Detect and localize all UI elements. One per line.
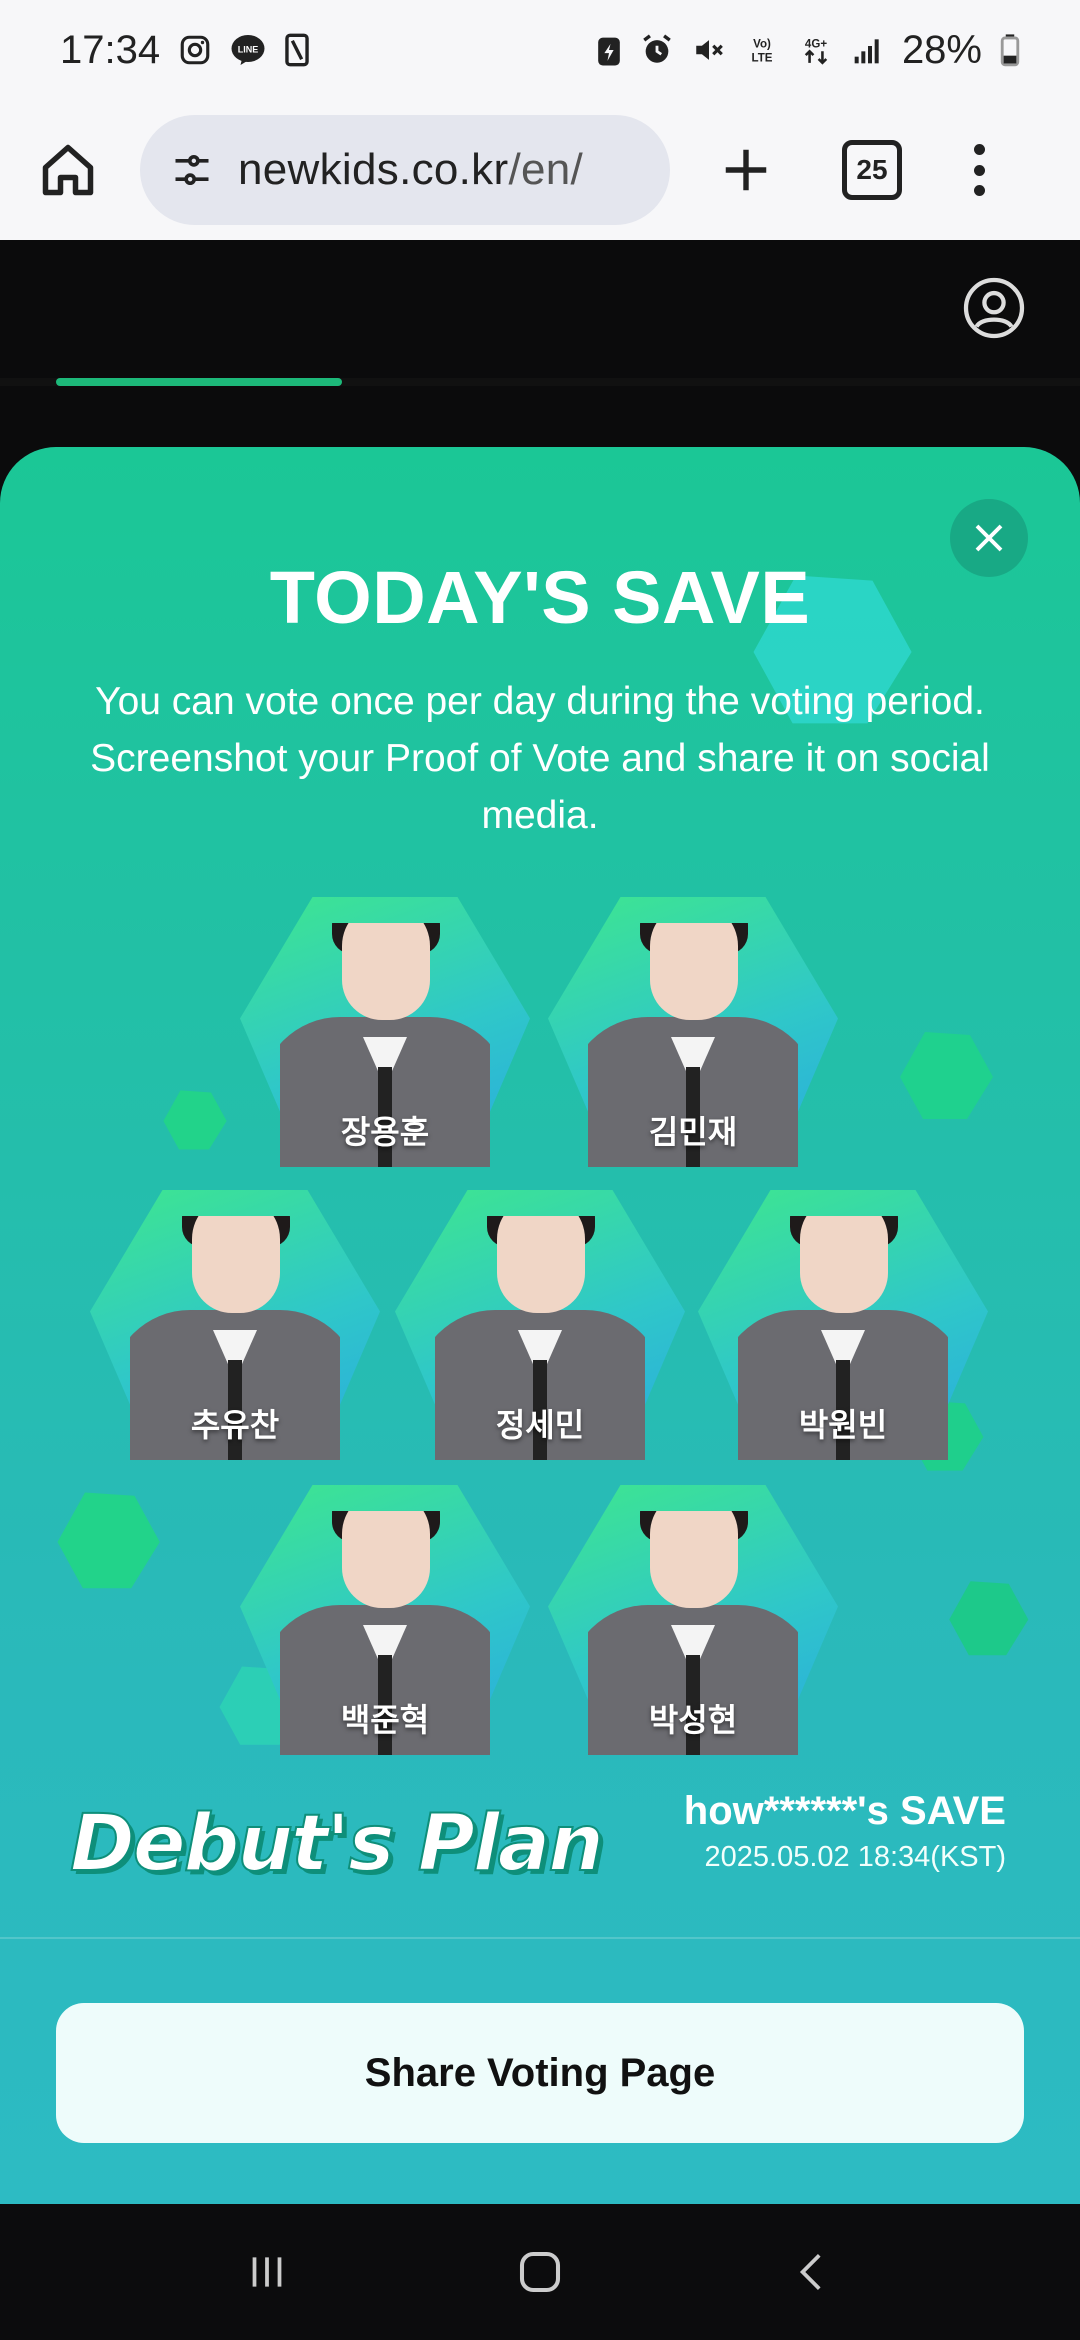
member-card: 박원빈: [698, 1155, 988, 1460]
svg-text:4G+: 4G+: [805, 38, 827, 50]
member-name: 백준혁: [340, 1702, 430, 1738]
browser-toolbar: newkids.co.kr/en/ 25: [0, 100, 1080, 240]
debuts-plan-logo: Debut's Plan: [69, 1798, 605, 1890]
url-text[interactable]: newkids.co.kr/en/: [238, 145, 583, 195]
address-bar[interactable]: newkids.co.kr/en/: [140, 115, 670, 225]
member-card: 장용훈: [240, 862, 530, 1167]
dot: [973, 144, 985, 155]
modal-title: TODAY'S SAVE: [269, 556, 811, 639]
volte-icon: Vo) LTE: [744, 33, 780, 67]
svg-text:Vo): Vo): [753, 38, 771, 50]
decorative-hexagon: [163, 1090, 227, 1150]
url-host: newkids.co.kr: [238, 145, 509, 194]
instagram-icon: [178, 33, 212, 67]
divider: [0, 1937, 1080, 1939]
member-name: 장용훈: [340, 1114, 430, 1150]
user-icon[interactable]: [962, 276, 1026, 340]
svg-text:LTE: LTE: [751, 53, 772, 65]
share-voting-page-button[interactable]: Share Voting Page: [56, 2003, 1024, 2143]
battery-percent: 28%: [901, 27, 982, 72]
member-name: 김민재: [648, 1114, 738, 1150]
member-name: 박성현: [648, 1702, 738, 1738]
member-card: 백준혁: [240, 1450, 530, 1755]
close-icon: [975, 524, 1003, 552]
home-button[interactable]: [36, 138, 100, 202]
battery-saver-icon: [596, 33, 622, 67]
url-path: /en/: [508, 145, 584, 194]
tab-switcher-button[interactable]: 25: [842, 140, 902, 200]
4g-icon: 4G+: [798, 33, 834, 67]
member-card: 김민재: [548, 862, 838, 1167]
member-name: 박원빈: [798, 1407, 888, 1443]
decorative-hexagon: [949, 1581, 1029, 1656]
status-bar: 17:34 LINE Vo) LTE 4G+ 28%: [0, 0, 1080, 100]
recent-apps-icon: [252, 2257, 282, 2287]
member-card: 추유찬: [90, 1155, 380, 1460]
new-tab-button[interactable]: [714, 138, 778, 202]
back-icon: [800, 2254, 821, 2290]
system-nav-bar: [0, 2204, 1080, 2340]
battery-icon: [1000, 33, 1020, 67]
dot: [973, 185, 985, 196]
mute-icon: [692, 33, 726, 67]
decorative-hexagon: [57, 1492, 160, 1589]
save-timestamp: 2025.05.02 18:34(KST): [704, 1841, 1006, 1873]
alarm-icon: [640, 33, 674, 67]
member-card: 정세민: [395, 1155, 685, 1460]
screen-icon: [284, 33, 310, 67]
svg-text:LINE: LINE: [238, 44, 259, 54]
status-time: 17:34: [60, 27, 161, 72]
member-name: 정세민: [495, 1407, 585, 1443]
signal-icon: [852, 33, 884, 67]
more-menu-button[interactable]: [964, 138, 994, 202]
save-modal: TODAY'S SAVE You can vote once per day d…: [0, 447, 1080, 2204]
back-button[interactable]: [773, 2232, 853, 2312]
dot: [973, 164, 985, 176]
home-nav-icon: [519, 2251, 561, 2293]
decorative-hexagon: [900, 1032, 993, 1119]
save-username: how******'s SAVE: [683, 1789, 1006, 1833]
plus-icon: [725, 149, 767, 191]
home-icon: [42, 144, 94, 196]
member-card: 박성현: [548, 1450, 838, 1755]
recent-apps-button[interactable]: [227, 2232, 307, 2312]
site-settings-icon[interactable]: [170, 148, 214, 192]
site-header: [0, 240, 1080, 382]
member-name: 추유찬: [190, 1407, 280, 1443]
page-progress-fill: [56, 378, 342, 386]
home-nav-button[interactable]: [500, 2232, 580, 2312]
line-icon: LINE: [230, 33, 266, 67]
modal-description: You can vote once per day during the vot…: [90, 680, 990, 837]
